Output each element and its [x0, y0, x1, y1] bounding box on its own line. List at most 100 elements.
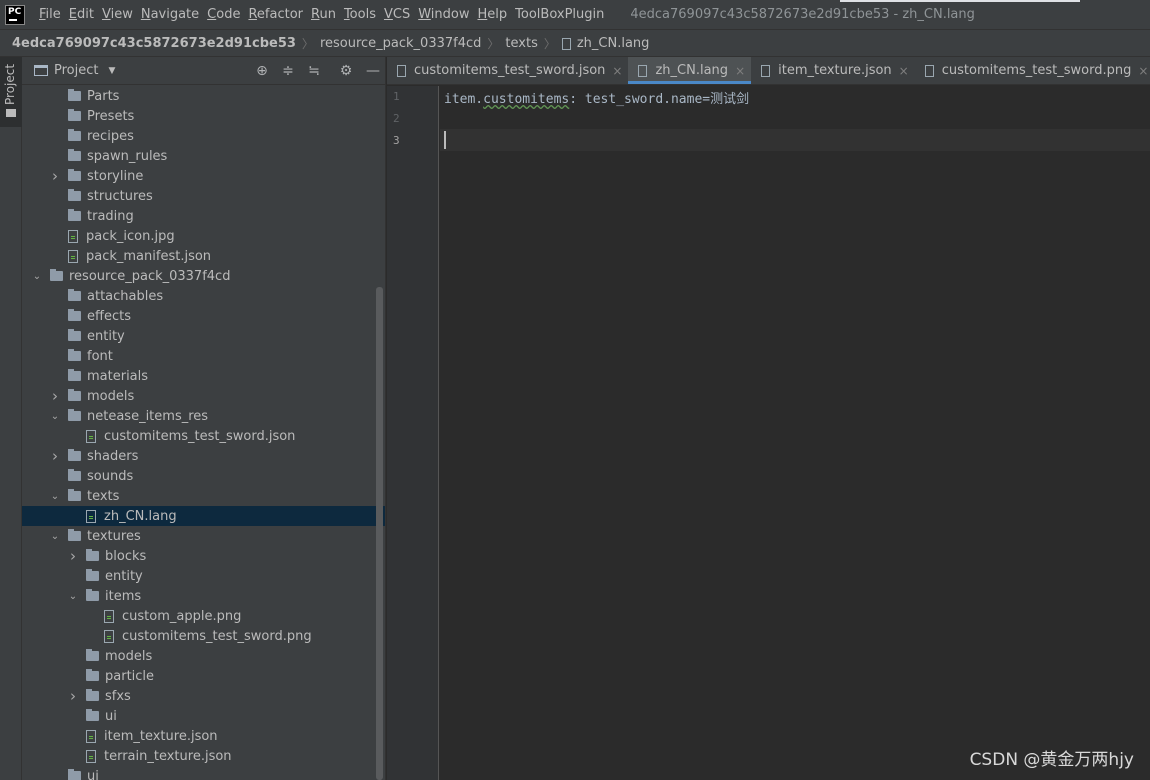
menu-item-mnemonic: E — [68, 7, 77, 22]
tree-folder-item[interactable]: › sfxs — [22, 686, 385, 706]
chevron-right-icon[interactable]: › — [50, 447, 60, 465]
chevron-down-icon[interactable]: ⌄ — [50, 491, 60, 502]
editor-tab[interactable]: customitems_test_sword.png × — [915, 57, 1150, 84]
menu-item[interactable]: VCS — [380, 7, 414, 22]
locate-file-icon[interactable]: ⊕ — [254, 63, 270, 79]
chevron-down-icon[interactable]: ⌄ — [68, 591, 78, 602]
tree-folder-item[interactable]: ui — [22, 766, 385, 780]
breadcrumb-file[interactable]: zh_CN.lang — [577, 36, 650, 51]
project-tool-button[interactable]: Project — [0, 57, 22, 127]
chevron-down-icon[interactable]: ⌄ — [50, 531, 60, 542]
folder-icon — [68, 129, 81, 141]
tree-folder-item[interactable]: sounds — [22, 466, 385, 486]
tree-folder-item[interactable]: entity — [22, 566, 385, 586]
project-view-selector[interactable]: Project — [54, 63, 98, 78]
tree-file-item[interactable]: terrain_texture.json — [22, 746, 385, 766]
menu-item[interactable]: File — [35, 7, 65, 22]
tree-folder-item[interactable]: › shaders — [22, 446, 385, 466]
tree-folder-item[interactable]: › blocks — [22, 546, 385, 566]
tree-folder-item[interactable]: particle — [22, 666, 385, 686]
hide-panel-icon[interactable]: — — [365, 63, 381, 79]
menu-item[interactable]: Help — [474, 7, 512, 22]
line-number: 2 — [393, 112, 400, 125]
editor-tab[interactable]: zh_CN.lang × — [628, 57, 752, 84]
file-icon — [86, 509, 96, 523]
breadcrumb-resource-pack[interactable]: resource_pack_0337f4cd — [320, 36, 481, 51]
collapse-all-icon[interactable]: ≒ — [306, 63, 322, 79]
gear-icon[interactable]: ⚙ — [338, 63, 354, 79]
folder-icon — [68, 109, 81, 121]
tree-folder-item[interactable]: entity — [22, 326, 385, 346]
tree-folder-item[interactable]: Presets — [22, 106, 385, 126]
tree-item-label: shaders — [87, 448, 139, 464]
tree-item-label: trading — [87, 208, 134, 224]
tree-file-item[interactable]: customitems_test_sword.json — [22, 426, 385, 446]
tree-folder-item[interactable]: effects — [22, 306, 385, 326]
tree-folder-item[interactable]: spawn_rules — [22, 146, 385, 166]
editor-tab[interactable]: item_texture.json × — [751, 57, 915, 84]
tree-folder-item[interactable]: › storyline — [22, 166, 385, 186]
tree-folder-item[interactable]: ⌄ textures — [22, 526, 385, 546]
text-caret — [444, 131, 446, 149]
tree-file-item[interactable]: zh_CN.lang — [22, 506, 385, 526]
tree-folder-item[interactable]: materials — [22, 366, 385, 386]
tree-file-item[interactable]: pack_icon.jpg — [22, 226, 385, 246]
tree-folder-item[interactable]: › models — [22, 386, 385, 406]
breadcrumb-separator-icon: 〉 — [487, 36, 500, 51]
tree-item-label: entity — [105, 568, 143, 584]
chevron-right-icon[interactable]: › — [50, 387, 60, 405]
tree-folder-item[interactable]: ⌄ items — [22, 586, 385, 606]
chevron-down-icon[interactable]: ⌄ — [50, 411, 60, 422]
title-bar-accent — [840, 0, 1080, 2]
code-line-1[interactable]: item.customitems: test_sword.name=测试剑 — [444, 88, 749, 107]
folder-icon — [50, 269, 63, 281]
breadcrumb-project[interactable]: 4edca769097c43c5872673e2d91cbe53 — [12, 36, 296, 51]
menu-item[interactable]: ToolBoxPlugin — [511, 7, 608, 22]
menu-item-mnemonic: N — [140, 7, 151, 22]
current-line-highlight — [440, 129, 1150, 151]
menu-item[interactable]: Refactor — [244, 7, 307, 22]
tree-file-item[interactable]: customitems_test_sword.png — [22, 626, 385, 646]
tree-file-item[interactable]: pack_manifest.json — [22, 246, 385, 266]
tree-folder-item[interactable]: ui — [22, 706, 385, 726]
menu-item[interactable]: Run — [307, 7, 340, 22]
menu-item[interactable]: Tools — [340, 7, 380, 22]
tree-folder-item[interactable]: ⌄ resource_pack_0337f4cd — [22, 266, 385, 286]
expand-all-icon[interactable]: ≑ — [280, 63, 296, 79]
menu-item[interactable]: Navigate — [137, 7, 203, 22]
tree-folder-item[interactable]: recipes — [22, 126, 385, 146]
tree-item-label: storyline — [87, 168, 144, 184]
tree-folder-item[interactable]: ⌄ netease_items_res — [22, 406, 385, 426]
menu-item[interactable]: Code — [203, 7, 244, 22]
code-editor[interactable]: 1 2 3 item.customitems: test_sword.name=… — [387, 86, 1150, 780]
chevron-down-icon[interactable]: ▼ — [108, 66, 115, 76]
breadcrumb-texts[interactable]: texts — [505, 36, 537, 51]
close-icon[interactable]: × — [735, 64, 745, 78]
tree-folder-item[interactable]: ⌄ texts — [22, 486, 385, 506]
tree-folder-item[interactable]: trading — [22, 206, 385, 226]
tree-folder-item[interactable]: structures — [22, 186, 385, 206]
tree-file-item[interactable]: custom_apple.png — [22, 606, 385, 626]
menu-item[interactable]: Window — [414, 7, 473, 22]
close-icon[interactable]: × — [899, 64, 909, 78]
folder-icon — [68, 409, 81, 421]
menu-item-label: indow — [430, 7, 470, 22]
tree-item-label: recipes — [87, 128, 134, 144]
chevron-right-icon[interactable]: › — [68, 547, 78, 565]
close-icon[interactable]: × — [1138, 64, 1148, 78]
tree-item-label: blocks — [105, 548, 147, 564]
menu-item[interactable]: View — [98, 7, 137, 22]
tree-folder-item[interactable]: models — [22, 646, 385, 666]
chevron-right-icon[interactable]: › — [68, 687, 78, 705]
chevron-right-icon[interactable]: › — [50, 167, 60, 185]
tree-file-item[interactable]: item_texture.json — [22, 726, 385, 746]
folder-icon — [68, 149, 81, 161]
menu-item[interactable]: Edit — [65, 7, 98, 22]
tree-scrollbar[interactable] — [376, 287, 383, 780]
tree-folder-item[interactable]: Parts — [22, 86, 385, 106]
chevron-down-icon[interactable]: ⌄ — [32, 271, 42, 282]
editor-tab[interactable]: customitems_test_sword.json × — [387, 57, 628, 84]
tree-folder-item[interactable]: attachables — [22, 286, 385, 306]
tree-folder-item[interactable]: font — [22, 346, 385, 366]
close-icon[interactable]: × — [612, 64, 622, 78]
